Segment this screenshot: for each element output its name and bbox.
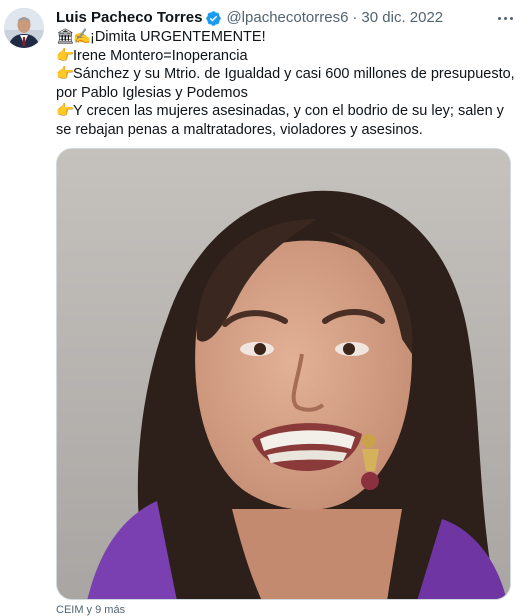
tweet-line-2: 👉Irene Montero=Inoperancia: [56, 47, 516, 66]
avatar-image: [4, 8, 44, 48]
pointing-right-hand-emoji: 👉: [56, 103, 75, 119]
tweet-line-3: 👉Sánchez y su Mtrio. de Igualdad y casi …: [56, 65, 516, 102]
pointing-right-hand-emoji: 👉: [56, 66, 75, 82]
tweet-line-1: 🏛✍¡Dimita URGENTEMENTE!: [56, 28, 516, 47]
tweet-line-3-text: Sánchez y su Mtrio. de Igualdad y casi 6…: [56, 66, 515, 101]
header-separator: ·: [352, 9, 358, 26]
avatar[interactable]: [4, 8, 44, 48]
photo-woman-grimacing: [57, 149, 510, 599]
tweet-photo[interactable]: [56, 148, 511, 600]
tweet-header: Luis Pacheco Torres @lpachecotorres6 · 3…: [56, 8, 491, 28]
writing-hand-emoji: ✍: [73, 29, 92, 45]
tweet-date[interactable]: 30 dic. 2022: [361, 8, 443, 28]
author-display-name[interactable]: Luis Pacheco Torres: [56, 8, 202, 28]
pointing-right-hand-emoji: 👉: [56, 47, 75, 64]
tweet-line-1-text: ¡Dimita URGENTEMENTE!: [90, 29, 266, 45]
tweet-line-4: 👉Y crecen las mujeres asesinadas, y con …: [56, 102, 516, 139]
tweet-line-4-text: Y crecen las mujeres asesinadas, y con e…: [56, 103, 504, 138]
more-options-icon[interactable]: [495, 10, 515, 26]
tweet-text: 🏛✍¡Dimita URGENTEMENTE! 👉Irene Montero=I…: [56, 28, 516, 139]
author-handle[interactable]: @lpachecotorres6: [226, 8, 348, 28]
classical-building-emoji: 🏛: [56, 29, 75, 45]
verified-badge-icon: [205, 10, 222, 27]
tweet-card[interactable]: Luis Pacheco Torres @lpachecotorres6 · 3…: [0, 0, 531, 616]
tweet-line-2-text: Irene Montero=Inoperancia: [73, 47, 248, 64]
reply-context[interactable]: CEIM y 9 más: [56, 604, 125, 616]
